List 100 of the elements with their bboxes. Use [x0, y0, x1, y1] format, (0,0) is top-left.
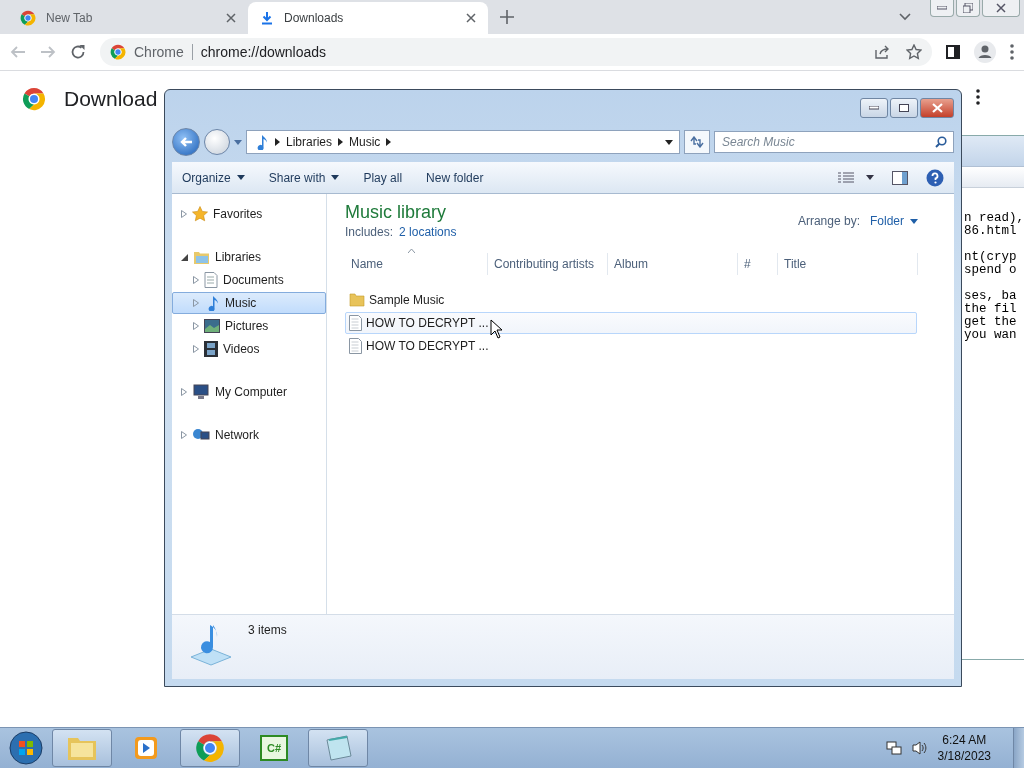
folder-icon	[349, 293, 365, 307]
nav-item[interactable]: My Computer	[172, 381, 326, 403]
column-header[interactable]: Album	[608, 253, 738, 275]
collapsed-arrow-icon[interactable]	[181, 431, 187, 439]
text-line: n read),	[964, 212, 1024, 225]
nav-item[interactable]: Favorites	[172, 203, 326, 225]
file-name: Sample Music	[369, 293, 445, 307]
nav-item[interactable]: Network	[172, 424, 326, 446]
command-button[interactable]: Share with	[268, 170, 340, 185]
taskbar-button[interactable]	[180, 729, 240, 767]
file-name: HOW TO DECRYPT ...	[366, 339, 489, 353]
command-button[interactable]: New folder	[426, 170, 484, 185]
dropdown-caret-icon	[236, 175, 245, 180]
collapsed-arrow-icon[interactable]	[181, 210, 187, 218]
command-button[interactable]: Play all	[363, 170, 403, 185]
library-folder-icon	[193, 249, 210, 265]
item-count: 3 items	[248, 623, 287, 637]
nav-item[interactable]: Pictures	[172, 315, 326, 337]
collapsed-arrow-icon[interactable]	[193, 322, 199, 330]
search-field[interactable]: Search Music	[714, 131, 954, 153]
file-row[interactable]: Sample Music	[345, 289, 918, 311]
text-line: nt(cryp	[964, 251, 1018, 264]
maximize-icon	[899, 104, 909, 112]
arrange-dropdown[interactable]: Folder	[870, 214, 918, 228]
profile-avatar-icon[interactable]	[974, 41, 996, 63]
breadcrumb-arrow-icon[interactable]	[275, 138, 280, 146]
history-caret-icon	[234, 139, 242, 145]
collapsed-arrow-icon[interactable]	[193, 345, 199, 353]
column-header[interactable]: Contributing artists	[488, 253, 608, 275]
nav-label: My Computer	[215, 385, 288, 399]
tab-search-caret-icon[interactable]	[899, 13, 911, 21]
breadcrumb-arrow-icon[interactable]	[338, 138, 344, 146]
more-menu-icon[interactable]	[976, 89, 980, 105]
volume-icon[interactable]	[911, 740, 928, 756]
library-title: Music library	[345, 202, 447, 223]
text-line: get the	[964, 316, 1018, 329]
csharp-app-icon: C#	[260, 735, 288, 761]
nav-item[interactable]: Documents	[172, 269, 326, 291]
nav-item[interactable]: Videos	[172, 338, 326, 360]
breadcrumb-arrow-icon[interactable]	[386, 138, 392, 146]
refresh-button[interactable]	[684, 130, 710, 154]
taskbar-button[interactable]: C#	[244, 729, 304, 767]
breadcrumb-item[interactable]: Music	[349, 135, 381, 149]
menu-icon[interactable]	[1010, 44, 1014, 60]
nav-label: Music	[225, 296, 257, 310]
maximize-button[interactable]	[890, 98, 918, 118]
collapsed-arrow-icon[interactable]	[193, 276, 199, 284]
column-header[interactable]: Name	[345, 253, 488, 275]
search-icon[interactable]	[935, 136, 947, 148]
collapsed-arrow-icon[interactable]	[181, 388, 187, 396]
nav-item[interactable]: Music	[172, 292, 326, 314]
taskbar-button[interactable]	[308, 729, 368, 767]
document-icon	[204, 272, 218, 288]
network-icon[interactable]	[885, 740, 902, 756]
column-header[interactable]: #	[738, 253, 778, 275]
taskbar-button[interactable]	[52, 729, 112, 767]
address-bar[interactable]: Chrome chrome://downloads	[100, 38, 932, 66]
collapsed-arrow-icon[interactable]	[193, 299, 199, 307]
reload-icon[interactable]	[70, 44, 86, 60]
text-line: 86.html	[964, 225, 1017, 238]
chrome-logo-icon	[22, 87, 46, 111]
close-button[interactable]	[982, 0, 1020, 17]
clock[interactable]: 6:24 AM 3/18/2023	[937, 732, 991, 764]
nav-item[interactable]: Libraries	[172, 246, 326, 268]
dropdown-caret-icon	[910, 218, 918, 224]
chrome-icon	[195, 733, 225, 763]
mouse-cursor-icon	[490, 319, 504, 339]
address-field[interactable]: Libraries Music	[246, 130, 680, 154]
locations-link[interactable]: 2 locations	[399, 225, 457, 239]
help-icon[interactable]	[926, 168, 944, 187]
preview-pane-icon[interactable]	[892, 170, 908, 185]
close-icon[interactable]	[226, 13, 236, 23]
dropdown-caret-icon	[866, 175, 874, 180]
side-panel-icon[interactable]	[946, 45, 960, 59]
forward-button[interactable]	[204, 129, 230, 155]
column-header[interactable]: Title	[778, 253, 918, 275]
file-row[interactable]: HOW TO DECRYPT ...	[345, 335, 918, 357]
address-caret-icon	[665, 139, 673, 145]
share-icon[interactable]	[874, 44, 890, 60]
nav-label: Favorites	[213, 207, 263, 221]
network-icon	[192, 427, 210, 443]
text-line: spend o	[964, 264, 1018, 277]
bookmark-star-icon[interactable]	[906, 44, 922, 60]
media-player-icon	[133, 735, 159, 761]
command-button[interactable]: Organize	[182, 170, 245, 185]
text-line: you wan	[964, 329, 1018, 342]
page-title: Download	[64, 87, 158, 111]
minimize-icon	[937, 6, 947, 10]
new-tab-icon[interactable]	[500, 10, 514, 24]
dropdown-caret-icon	[331, 175, 340, 180]
breadcrumb-item[interactable]: Libraries	[286, 135, 333, 149]
includes-label: Includes:	[345, 225, 394, 239]
back-button[interactable]	[172, 128, 200, 156]
back-arrow-icon	[180, 137, 192, 147]
close-icon[interactable]	[466, 13, 476, 23]
expanded-arrow-icon[interactable]	[181, 253, 188, 261]
browser-tab[interactable]: Downloads	[248, 2, 488, 34]
browser-tab[interactable]: New Tab	[8, 2, 248, 34]
restore-button[interactable]	[956, 0, 980, 17]
close-button[interactable]	[920, 98, 954, 118]
